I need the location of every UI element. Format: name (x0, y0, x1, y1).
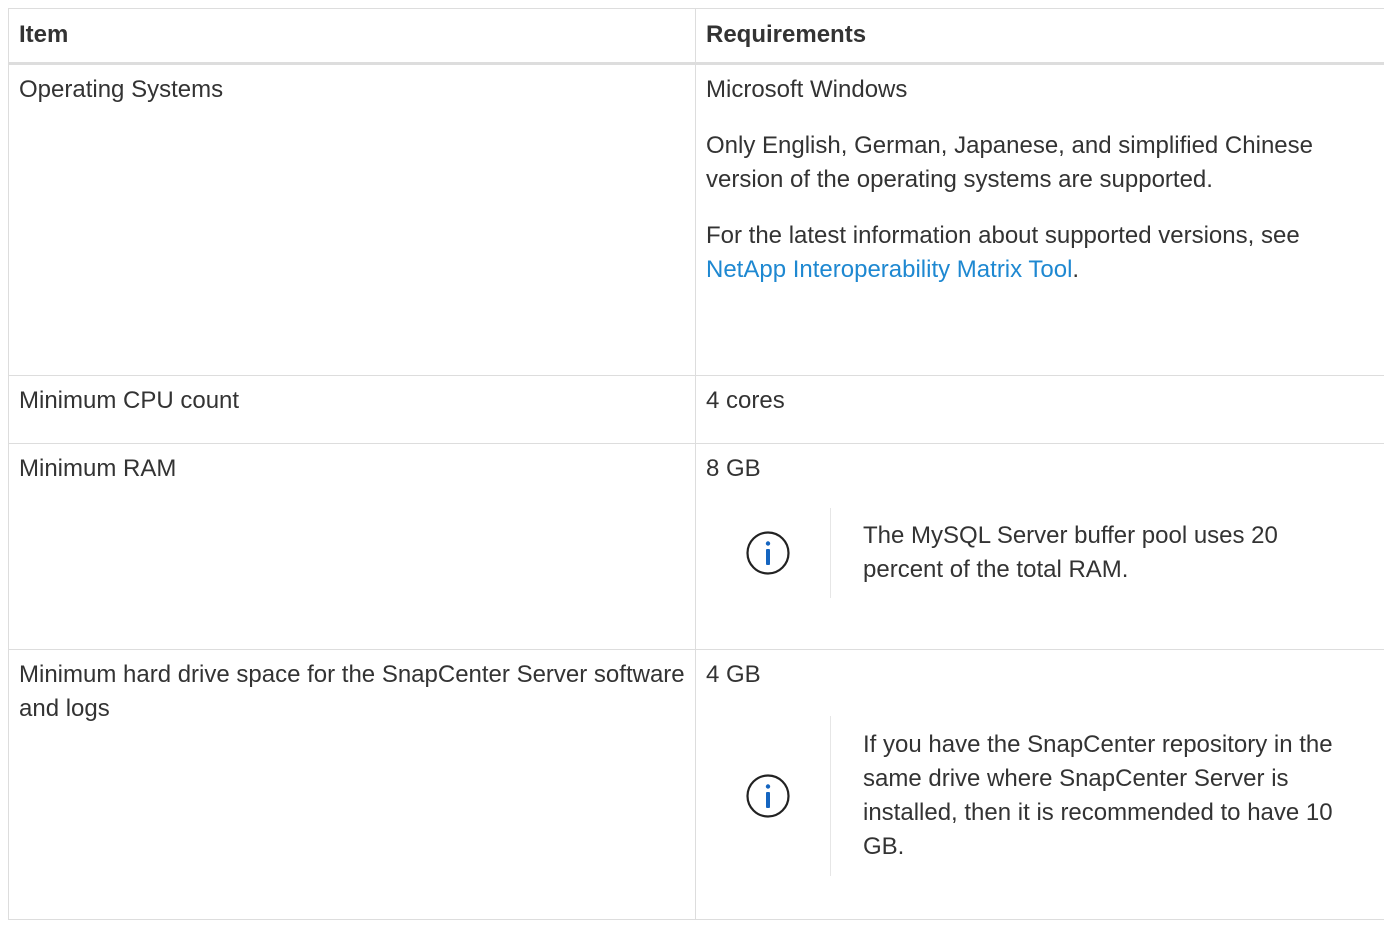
disk-admonition: If you have the SnapCenter repository in… (706, 716, 1374, 876)
ram-admonition: The MySQL Server buffer pool uses 20 per… (706, 508, 1374, 598)
item-hard-drive-space: Minimum hard drive space for the SnapCen… (8, 649, 696, 920)
requirement-ram: 8 GB The MySQL Server buffer pool uses 2… (695, 443, 1384, 650)
header-requirements: Requirements (695, 8, 1384, 65)
item-cpu-count: Minimum CPU count (8, 375, 696, 444)
os-language-note: Only English, German, Japanese, and simp… (706, 132, 1313, 193)
os-latest-info-suffix: . (1072, 256, 1080, 283)
item-operating-systems: Operating Systems (8, 63, 696, 376)
table-row: Minimum hard drive space for the SnapCen… (8, 649, 1384, 920)
item-ram: Minimum RAM (8, 443, 696, 650)
table-row: Minimum RAM 8 GB The MySQL Server buffer… (8, 443, 1384, 650)
os-name: Microsoft Windows (706, 76, 908, 103)
os-latest-info: For the latest information about support… (706, 219, 1374, 287)
table-header-row: Item Requirements (8, 8, 1384, 65)
requirement-operating-systems: Microsoft Windows Only English, German, … (695, 63, 1384, 376)
ram-note-text: The MySQL Server buffer pool uses 20 per… (863, 522, 1278, 583)
disk-value: 4 GB (706, 661, 761, 688)
requirement-hard-drive-space: 4 GB If you have the SnapCenter reposito… (695, 649, 1384, 920)
ram-value: 8 GB (706, 455, 761, 482)
table-row: Minimum CPU count 4 cores (8, 375, 1384, 444)
table-row: Operating Systems Microsoft Windows Only… (8, 63, 1384, 376)
os-latest-info-prefix: For the latest information about support… (706, 222, 1300, 249)
disk-note-text: If you have the SnapCenter repository in… (863, 731, 1333, 860)
info-circle-icon (706, 508, 831, 598)
header-item: Item (8, 8, 696, 65)
info-circle-icon (706, 716, 831, 876)
interoperability-matrix-link[interactable]: NetApp Interoperability Matrix Tool (706, 256, 1072, 283)
requirement-cpu-count: 4 cores (695, 375, 1384, 444)
requirements-table: Item Requirements Operating Systems Micr… (8, 8, 1384, 920)
